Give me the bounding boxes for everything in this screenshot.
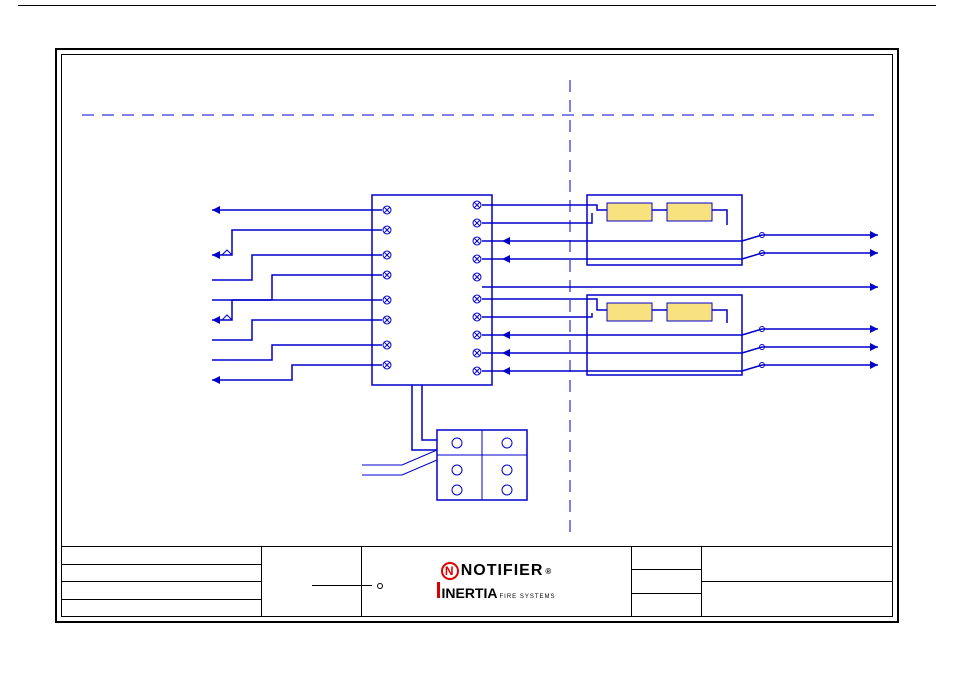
registered-icon: ®	[545, 567, 552, 576]
title-block: N NOTIFIER ® INERTIA FIRE SYSTEMS	[62, 546, 892, 616]
inertia-text: INERTIA	[441, 585, 497, 601]
tb-row	[62, 600, 261, 617]
relay-area	[587, 195, 742, 375]
notifier-text: NOTIFIER	[461, 562, 544, 580]
projection-symbol-circle	[377, 583, 383, 589]
main-module-block	[372, 195, 492, 385]
inertia-bar-icon	[437, 582, 440, 598]
tb-row	[632, 570, 701, 593]
tb-row	[62, 565, 261, 583]
tb-row	[632, 547, 701, 570]
tb-row	[62, 547, 261, 565]
title-block-col-2	[262, 547, 362, 616]
title-block-col-5	[702, 547, 892, 616]
inertia-logo: INERTIA FIRE SYSTEMS	[437, 582, 555, 601]
inertia-subtext: FIRE SYSTEMS	[499, 594, 555, 600]
base-module	[437, 430, 527, 500]
drawing-frame: N NOTIFIER ® INERTIA FIRE SYSTEMS	[55, 48, 899, 623]
title-block-col-4	[632, 547, 702, 616]
tb-row	[62, 582, 261, 600]
tb-row	[702, 547, 892, 582]
title-block-col-1	[62, 547, 262, 616]
notifier-logo: N NOTIFIER ®	[441, 562, 553, 580]
module-to-base-cable	[362, 385, 437, 475]
notifier-n-icon: N	[441, 562, 459, 580]
left-wires	[212, 206, 382, 384]
projection-symbol-line	[312, 585, 372, 586]
schematic-svg	[62, 55, 898, 549]
tb-row	[702, 582, 892, 617]
page-top-rule	[18, 5, 936, 6]
title-block-logo-col: N NOTIFIER ® INERTIA FIRE SYSTEMS	[362, 547, 632, 616]
tb-row	[632, 594, 701, 616]
inner-frame: N NOTIFIER ® INERTIA FIRE SYSTEMS	[61, 54, 893, 617]
